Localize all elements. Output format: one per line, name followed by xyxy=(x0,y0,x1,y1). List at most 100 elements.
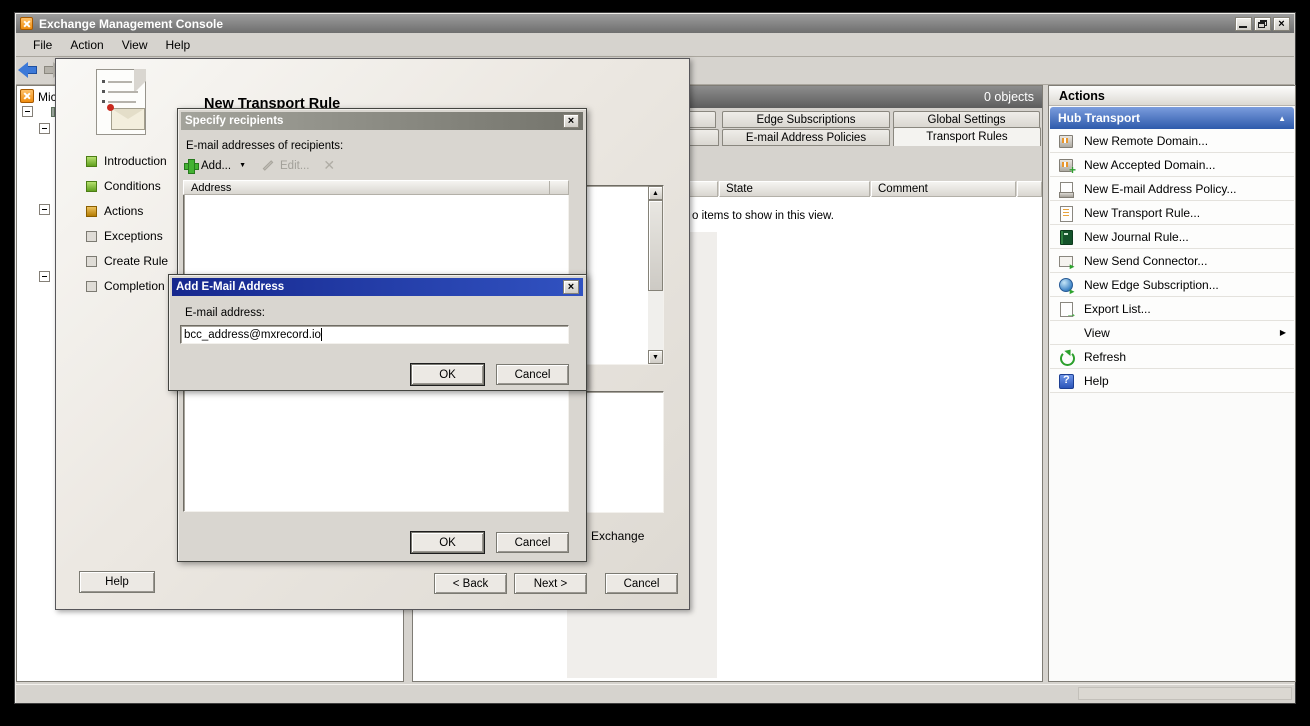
add-ok-button[interactable]: OK xyxy=(411,364,484,385)
collapse-chevron-icon: ▲ xyxy=(1278,114,1286,123)
tree-expander[interactable] xyxy=(39,123,50,134)
close-button[interactable]: × xyxy=(1273,17,1290,31)
email-address-label: E-mail address: xyxy=(185,307,265,319)
column-header-filler xyxy=(1017,181,1042,197)
minimize-icon xyxy=(1239,26,1247,28)
edit-button[interactable]: Edit... xyxy=(256,160,309,172)
scrollbar-thumb[interactable] xyxy=(648,200,663,291)
tab-global-settings[interactable]: Global Settings xyxy=(893,111,1040,128)
step-status-icon xyxy=(86,156,97,167)
scrollbar[interactable]: ▲ ▼ xyxy=(648,186,663,364)
exchange-root-icon xyxy=(20,89,34,103)
address-column-header[interactable]: Address xyxy=(183,180,569,195)
wizard-step-completion: Completion xyxy=(86,279,165,293)
step-status-icon xyxy=(86,281,97,292)
tree-expander[interactable] xyxy=(39,271,50,282)
column-header-state[interactable]: State xyxy=(719,181,870,197)
refresh-icon xyxy=(1058,349,1074,365)
tab-email-address-policies[interactable]: E-mail Address Policies xyxy=(722,129,890,146)
action-new-edge-subscription[interactable]: New Edge Subscription... xyxy=(1050,273,1294,297)
recipients-cancel-button[interactable]: Cancel xyxy=(496,532,569,553)
status-bar-segment xyxy=(1078,687,1292,700)
tab-transport-rules[interactable]: Transport Rules xyxy=(893,127,1041,146)
scroll-down-button[interactable]: ▼ xyxy=(648,350,663,364)
menu-action[interactable]: Action xyxy=(61,35,112,55)
menu-bar: File Action View Help xyxy=(16,33,1294,57)
wizard-step-actions: Actions xyxy=(86,204,143,218)
dialog-title: Specify recipients xyxy=(185,115,283,127)
action-new-transport-rule[interactable]: New Transport Rule... xyxy=(1050,201,1294,225)
dropdown-caret-icon[interactable]: ▼ xyxy=(239,162,246,169)
recipients-toolbar: Add... ▼ Edit... ✕ xyxy=(184,157,335,174)
menu-help[interactable]: Help xyxy=(157,35,200,55)
wizard-step-conditions: Conditions xyxy=(86,179,161,193)
action-refresh[interactable]: Refresh xyxy=(1050,345,1294,369)
menu-file[interactable]: File xyxy=(24,35,61,55)
add-button[interactable]: Add... ▼ xyxy=(184,159,256,172)
close-icon[interactable]: × xyxy=(563,280,579,294)
wizard-step-exceptions: Exceptions xyxy=(86,229,163,243)
restore-button[interactable] xyxy=(1254,17,1271,31)
add-plus-icon xyxy=(184,159,197,172)
text-caret xyxy=(321,328,322,341)
back-arrow-icon xyxy=(18,62,28,78)
wizard-back-button[interactable]: < Back xyxy=(434,573,507,594)
dialog-title-bar[interactable]: Add E-Mail Address × xyxy=(172,278,583,296)
desktop: Exchange Management Console × File Actio… xyxy=(0,0,1310,726)
action-new-email-address-policy[interactable]: New E-mail Address Policy... xyxy=(1050,177,1294,201)
action-new-accepted-domain[interactable]: +New Accepted Domain... xyxy=(1050,153,1294,177)
close-icon[interactable]: × xyxy=(563,114,579,128)
window-title: Exchange Management Console xyxy=(39,17,223,31)
close-icon: × xyxy=(1278,18,1284,30)
back-button[interactable] xyxy=(18,62,37,78)
minimize-button[interactable] xyxy=(1235,17,1252,31)
envelope-icon xyxy=(111,108,145,130)
send-connector-icon xyxy=(1058,253,1074,269)
accepted-domain-icon: + xyxy=(1058,157,1074,173)
background-text-fragment: Exchange xyxy=(591,529,644,543)
email-address-policy-icon xyxy=(1058,181,1074,197)
window-title-bar[interactable]: Exchange Management Console × xyxy=(16,14,1294,33)
wizard-next-button[interactable]: Next > xyxy=(514,573,587,594)
scroll-up-button[interactable]: ▲ xyxy=(648,186,663,200)
wizard-cancel-button[interactable]: Cancel xyxy=(605,573,678,594)
objects-count: 0 objects xyxy=(984,90,1034,104)
tab-edge-subscriptions[interactable]: Edge Subscriptions xyxy=(722,111,890,128)
email-address-input[interactable]: bcc_address@mxrecord.io xyxy=(180,325,569,344)
tree-expander[interactable] xyxy=(39,204,50,215)
red-dot-icon xyxy=(107,104,114,111)
add-cancel-button[interactable]: Cancel xyxy=(496,364,569,385)
action-new-journal-rule[interactable]: New Journal Rule... xyxy=(1050,225,1294,249)
tree-expander[interactable] xyxy=(22,106,33,117)
recipients-ok-button[interactable]: OK xyxy=(411,532,484,553)
step-status-icon xyxy=(86,181,97,192)
journal-rule-icon xyxy=(1058,229,1074,245)
action-new-remote-domain[interactable]: New Remote Domain... xyxy=(1050,129,1294,153)
wizard-help-button[interactable]: Help xyxy=(79,571,155,593)
step-status-icon xyxy=(86,231,97,242)
dialog-title-bar[interactable]: Specify recipients × xyxy=(181,112,583,130)
step-status-icon xyxy=(86,256,97,267)
action-export-list[interactable]: Export List... xyxy=(1050,297,1294,321)
add-email-address-dialog: Add E-Mail Address × E-mail address: bcc… xyxy=(168,274,587,391)
recipients-label: E-mail addresses of recipients: xyxy=(186,140,343,152)
column-header-comment[interactable]: Comment xyxy=(871,181,1016,197)
remove-button[interactable]: ✕ xyxy=(323,157,335,174)
action-help[interactable]: Help xyxy=(1050,369,1294,393)
exchange-logo-icon xyxy=(20,17,33,30)
action-view[interactable]: View▶ xyxy=(1050,321,1294,345)
submenu-arrow-icon: ▶ xyxy=(1280,328,1286,337)
remote-domain-icon xyxy=(1058,133,1074,149)
wizard-document-icon xyxy=(96,69,146,135)
edge-subscription-icon xyxy=(1058,277,1074,293)
edit-pencil-icon xyxy=(263,160,274,171)
action-new-send-connector[interactable]: New Send Connector... xyxy=(1050,249,1294,273)
wizard-step-create-rule: Create Rule xyxy=(86,254,168,268)
empty-view-text: o items to show in this view. xyxy=(692,210,834,222)
actions-pane-header: Actions xyxy=(1049,86,1295,106)
step-status-icon xyxy=(86,206,97,217)
dialog-title: Add E-Mail Address xyxy=(176,281,284,293)
transport-rule-icon xyxy=(1058,205,1074,221)
menu-view[interactable]: View xyxy=(113,35,157,55)
hub-transport-group-header[interactable]: Hub Transport ▲ xyxy=(1050,107,1294,129)
